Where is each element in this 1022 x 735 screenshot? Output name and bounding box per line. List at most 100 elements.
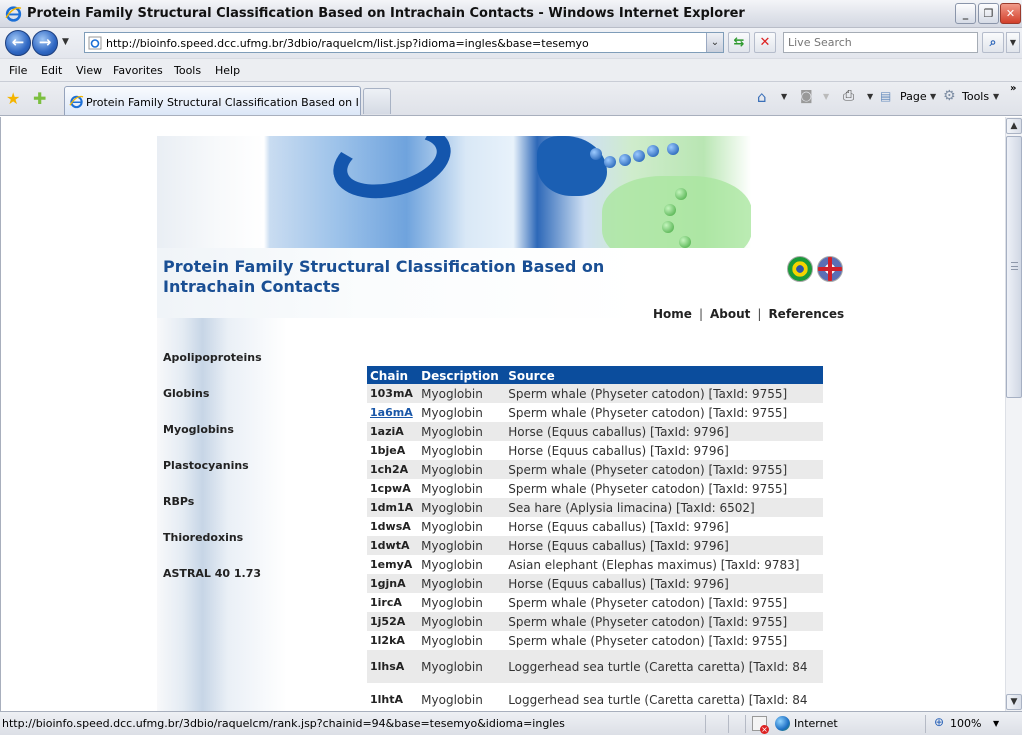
chain-cell[interactable]: 1ch2A xyxy=(367,460,419,479)
table-row: 103mA Myoglobin Sperm whale (Physeter cato… xyxy=(367,384,823,403)
minimize-button[interactable]: _ xyxy=(955,3,976,24)
table-row: 1ch2A Myoglobin Sperm whale (Physeter cato… xyxy=(367,460,823,479)
chain-cell[interactable]: 1bjeA xyxy=(367,441,418,460)
chain-cell[interactable]: 1lhtA xyxy=(367,683,418,711)
menu-view[interactable]: View xyxy=(76,64,102,77)
menu-edit[interactable]: Edit xyxy=(41,64,62,77)
feeds-icon[interactable]: ◙ xyxy=(800,89,813,104)
tools-menu[interactable]: Tools xyxy=(962,90,989,103)
table-row: 1gjnA Myoglobin Horse (Equus caballus) [Ta… xyxy=(367,574,823,593)
recent-pages-dropdown[interactable]: ▼ xyxy=(62,37,69,47)
brazil-flag-icon[interactable] xyxy=(787,256,813,282)
chain-cell[interactable]: 1j52A xyxy=(367,612,419,631)
status-divider xyxy=(728,715,729,733)
description-cell: Myoglobin xyxy=(421,633,483,648)
source-cell: Loggerhead sea turtle (Caretta caretta) … xyxy=(505,650,823,683)
scroll-down-button[interactable]: ▼ xyxy=(1006,694,1022,710)
sidebar-item-globins[interactable]: Globins xyxy=(163,387,262,423)
more-commands-chevron-icon[interactable]: » xyxy=(1010,83,1016,94)
chain-link[interactable]: 1a6mA xyxy=(370,406,413,419)
window-title: Protein Family Structural Classification… xyxy=(27,6,745,21)
print-icon[interactable]: ⎙ xyxy=(843,88,854,104)
sidebar-item-thioredoxins[interactable]: Thioredoxins xyxy=(163,531,262,567)
uk-flag-icon[interactable] xyxy=(817,256,843,282)
helix-ribbon-shape xyxy=(537,136,607,196)
refresh-button[interactable]: ⇆ xyxy=(728,32,750,53)
chain-cell[interactable]: 103mA xyxy=(367,384,419,403)
source-cell: Sperm whale (Physeter catodon) [TaxId: 9… xyxy=(508,481,788,496)
add-favorite-icon[interactable]: ✚ xyxy=(33,89,46,108)
site-title: Protein Family Structural Classification… xyxy=(163,257,605,296)
home-dropdown[interactable]: ▼ xyxy=(781,92,787,101)
restore-button[interactable]: ❐ xyxy=(978,3,999,24)
forward-button[interactable]: → xyxy=(32,30,58,56)
stop-icon: ✕ xyxy=(759,35,771,50)
status-divider xyxy=(925,715,926,733)
zoom-dropdown[interactable]: ▼ xyxy=(993,719,999,728)
vertical-scrollbar[interactable]: ▲ ▼ xyxy=(1005,117,1022,711)
nav-about-link[interactable]: About xyxy=(710,307,750,321)
popup-blocked-icon[interactable] xyxy=(752,716,769,734)
chain-cell[interactable]: 1dwsA xyxy=(367,517,418,536)
chain-cell[interactable]: 1aziA xyxy=(367,422,419,441)
menu-favorites[interactable]: Favorites xyxy=(113,64,163,77)
search-input[interactable] xyxy=(783,32,978,53)
description-cell: Myoglobin xyxy=(418,422,506,441)
column-header-source: Source xyxy=(505,366,823,384)
chain-cell[interactable]: 1ircA xyxy=(367,593,418,612)
sidebar-item-rbps[interactable]: RBPs xyxy=(163,495,262,531)
page-dropdown[interactable]: ▼ xyxy=(930,92,936,101)
chain-cell[interactable]: 1dwtA xyxy=(367,536,419,555)
stop-button[interactable]: ✕ xyxy=(754,32,776,53)
atom-shape xyxy=(633,150,645,162)
address-toolbar: ← → ▼ ⌄ ⇆ ✕ ⌕ ▼ xyxy=(0,28,1022,58)
chain-cell[interactable]: 1cpwA xyxy=(367,479,418,498)
menu-help[interactable]: Help xyxy=(215,64,240,77)
address-input[interactable] xyxy=(106,35,704,51)
source-cell: Sea hare (Aplysia limacina) [TaxId: 6502… xyxy=(505,498,823,517)
atom-shape xyxy=(679,236,691,248)
description-cell: Myoglobin xyxy=(418,460,506,479)
tab-active[interactable]: Protein Family Structural Classification… xyxy=(64,86,361,115)
chain-cell[interactable]: 1l2kA xyxy=(367,631,418,650)
source-cell: Asian elephant (Elephas maximus) [TaxId:… xyxy=(508,557,800,572)
favorites-center-star-icon[interactable]: ★ xyxy=(6,89,20,108)
scroll-thumb[interactable] xyxy=(1006,136,1022,398)
nav-home-link[interactable]: Home xyxy=(653,307,692,321)
sidebar-item-apolipoproteins[interactable]: Apolipoproteins xyxy=(163,351,262,387)
zoom-icon[interactable]: ⊕ xyxy=(934,715,944,729)
chain-cell: 1a6mA xyxy=(367,403,418,422)
chain-cell[interactable]: 1emyA xyxy=(367,555,418,574)
sidebar-item-plastocyanins[interactable]: Plastocyanins xyxy=(163,459,262,495)
nav-references-link[interactable]: References xyxy=(768,307,844,321)
source-cell: Loggerhead sea turtle (Caretta caretta) … xyxy=(508,692,808,707)
zoom-level[interactable]: 100% xyxy=(950,717,981,730)
menu-file[interactable]: File xyxy=(9,64,27,77)
chain-cell[interactable]: 1dm1A xyxy=(367,498,419,517)
print-dropdown[interactable]: ▼ xyxy=(867,92,873,101)
page-menu[interactable]: Page xyxy=(900,90,927,103)
search-button[interactable]: ⌕ xyxy=(982,32,1004,53)
back-button[interactable]: ← xyxy=(5,30,31,56)
table-row: 1dwsA Myoglobin Horse (Equus caballus) [Ta… xyxy=(367,517,823,536)
sidebar-item-myoglobins[interactable]: Myoglobins xyxy=(163,423,262,459)
chain-cell[interactable]: 1gjnA xyxy=(367,574,419,593)
close-button[interactable]: ✕ xyxy=(1000,3,1021,24)
internet-zone-globe-icon xyxy=(775,716,790,731)
sidebar-item-astral[interactable]: ASTRAL 40 1.73 xyxy=(163,567,262,603)
description-cell: Myoglobin xyxy=(421,443,483,458)
source-cell: Horse (Equus caballus) [TaxId: 9796] xyxy=(505,574,823,593)
address-dropdown-button[interactable]: ⌄ xyxy=(706,33,723,52)
arrow-right-icon: → xyxy=(38,33,52,51)
ligand-surface-shape xyxy=(602,176,751,248)
new-tab-button[interactable] xyxy=(363,88,391,114)
tools-dropdown[interactable]: ▼ xyxy=(993,92,999,101)
scroll-up-button[interactable]: ▲ xyxy=(1006,118,1022,134)
menu-tools[interactable]: Tools xyxy=(174,64,201,77)
description-cell: Myoglobin xyxy=(421,557,483,572)
chain-cell[interactable]: 1lhsA xyxy=(367,650,419,683)
column-header-description: Description xyxy=(418,366,506,384)
chain-results-table: Chain Description Source 103mA Myoglobin S… xyxy=(367,366,823,711)
home-icon[interactable]: ⌂ xyxy=(757,88,767,106)
search-options-dropdown[interactable]: ▼ xyxy=(1006,32,1020,53)
